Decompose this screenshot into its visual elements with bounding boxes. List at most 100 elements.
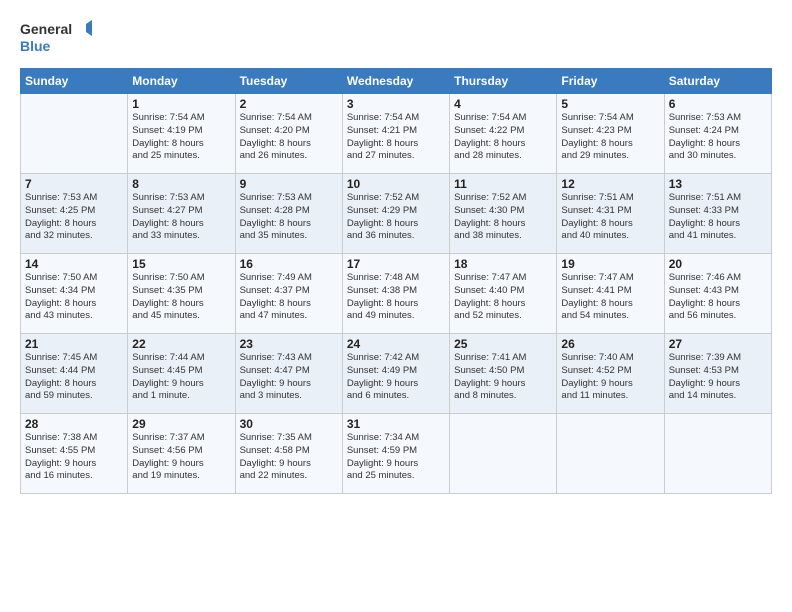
day-number: 20 (669, 257, 767, 271)
day-info: Sunrise: 7:40 AMSunset: 4:52 PMDaylight:… (561, 352, 659, 403)
day-number: 6 (669, 97, 767, 111)
day-info: Sunrise: 7:47 AMSunset: 4:41 PMDaylight:… (561, 272, 659, 323)
day-info: Sunrise: 7:53 AMSunset: 4:28 PMDaylight:… (240, 192, 338, 243)
day-info: Sunrise: 7:41 AMSunset: 4:50 PMDaylight:… (454, 352, 552, 403)
calendar-table: SundayMondayTuesdayWednesdayThursdayFrid… (20, 68, 772, 494)
calendar-cell: 2Sunrise: 7:54 AMSunset: 4:20 PMDaylight… (235, 94, 342, 174)
calendar-cell: 18Sunrise: 7:47 AMSunset: 4:40 PMDayligh… (450, 254, 557, 334)
calendar-cell (557, 414, 664, 494)
day-number: 30 (240, 417, 338, 431)
calendar-cell: 22Sunrise: 7:44 AMSunset: 4:45 PMDayligh… (128, 334, 235, 414)
day-info: Sunrise: 7:39 AMSunset: 4:53 PMDaylight:… (669, 352, 767, 403)
svg-text:General: General (20, 21, 72, 37)
day-info: Sunrise: 7:54 AMSunset: 4:23 PMDaylight:… (561, 112, 659, 163)
calendar-cell: 29Sunrise: 7:37 AMSunset: 4:56 PMDayligh… (128, 414, 235, 494)
day-number: 29 (132, 417, 230, 431)
calendar-week-row: 21Sunrise: 7:45 AMSunset: 4:44 PMDayligh… (21, 334, 772, 414)
calendar-cell: 6Sunrise: 7:53 AMSunset: 4:24 PMDaylight… (664, 94, 771, 174)
calendar-cell: 11Sunrise: 7:52 AMSunset: 4:30 PMDayligh… (450, 174, 557, 254)
calendar-cell: 20Sunrise: 7:46 AMSunset: 4:43 PMDayligh… (664, 254, 771, 334)
calendar-cell: 7Sunrise: 7:53 AMSunset: 4:25 PMDaylight… (21, 174, 128, 254)
calendar-cell: 17Sunrise: 7:48 AMSunset: 4:38 PMDayligh… (342, 254, 449, 334)
day-number: 31 (347, 417, 445, 431)
calendar-cell: 23Sunrise: 7:43 AMSunset: 4:47 PMDayligh… (235, 334, 342, 414)
calendar-cell: 31Sunrise: 7:34 AMSunset: 4:59 PMDayligh… (342, 414, 449, 494)
day-number: 23 (240, 337, 338, 351)
day-number: 19 (561, 257, 659, 271)
calendar-cell: 1Sunrise: 7:54 AMSunset: 4:19 PMDaylight… (128, 94, 235, 174)
day-info: Sunrise: 7:52 AMSunset: 4:30 PMDaylight:… (454, 192, 552, 243)
day-info: Sunrise: 7:53 AMSunset: 4:25 PMDaylight:… (25, 192, 123, 243)
weekday-header-cell: Saturday (664, 69, 771, 94)
day-info: Sunrise: 7:51 AMSunset: 4:33 PMDaylight:… (669, 192, 767, 243)
day-info: Sunrise: 7:50 AMSunset: 4:35 PMDaylight:… (132, 272, 230, 323)
day-number: 16 (240, 257, 338, 271)
day-number: 1 (132, 97, 230, 111)
day-info: Sunrise: 7:45 AMSunset: 4:44 PMDaylight:… (25, 352, 123, 403)
calendar-cell: 9Sunrise: 7:53 AMSunset: 4:28 PMDaylight… (235, 174, 342, 254)
calendar-cell: 21Sunrise: 7:45 AMSunset: 4:44 PMDayligh… (21, 334, 128, 414)
day-info: Sunrise: 7:44 AMSunset: 4:45 PMDaylight:… (132, 352, 230, 403)
day-info: Sunrise: 7:51 AMSunset: 4:31 PMDaylight:… (561, 192, 659, 243)
day-info: Sunrise: 7:46 AMSunset: 4:43 PMDaylight:… (669, 272, 767, 323)
day-info: Sunrise: 7:49 AMSunset: 4:37 PMDaylight:… (240, 272, 338, 323)
day-number: 2 (240, 97, 338, 111)
calendar-cell: 30Sunrise: 7:35 AMSunset: 4:58 PMDayligh… (235, 414, 342, 494)
calendar-cell: 24Sunrise: 7:42 AMSunset: 4:49 PMDayligh… (342, 334, 449, 414)
day-info: Sunrise: 7:37 AMSunset: 4:56 PMDaylight:… (132, 432, 230, 483)
calendar-cell (450, 414, 557, 494)
calendar-cell (664, 414, 771, 494)
weekday-header-row: SundayMondayTuesdayWednesdayThursdayFrid… (21, 69, 772, 94)
calendar-week-row: 1Sunrise: 7:54 AMSunset: 4:19 PMDaylight… (21, 94, 772, 174)
logo: General Blue (20, 18, 92, 58)
calendar-cell: 15Sunrise: 7:50 AMSunset: 4:35 PMDayligh… (128, 254, 235, 334)
day-info: Sunrise: 7:38 AMSunset: 4:55 PMDaylight:… (25, 432, 123, 483)
calendar-cell: 26Sunrise: 7:40 AMSunset: 4:52 PMDayligh… (557, 334, 664, 414)
calendar-cell: 25Sunrise: 7:41 AMSunset: 4:50 PMDayligh… (450, 334, 557, 414)
day-number: 22 (132, 337, 230, 351)
calendar-cell: 8Sunrise: 7:53 AMSunset: 4:27 PMDaylight… (128, 174, 235, 254)
calendar-cell (21, 94, 128, 174)
day-number: 8 (132, 177, 230, 191)
day-number: 12 (561, 177, 659, 191)
day-number: 10 (347, 177, 445, 191)
day-number: 5 (561, 97, 659, 111)
calendar-week-row: 28Sunrise: 7:38 AMSunset: 4:55 PMDayligh… (21, 414, 772, 494)
day-number: 25 (454, 337, 552, 351)
weekday-header-cell: Friday (557, 69, 664, 94)
weekday-header-cell: Thursday (450, 69, 557, 94)
day-info: Sunrise: 7:53 AMSunset: 4:24 PMDaylight:… (669, 112, 767, 163)
day-info: Sunrise: 7:50 AMSunset: 4:34 PMDaylight:… (25, 272, 123, 323)
day-number: 9 (240, 177, 338, 191)
calendar-cell: 4Sunrise: 7:54 AMSunset: 4:22 PMDaylight… (450, 94, 557, 174)
header: General Blue (20, 18, 772, 58)
calendar-cell: 27Sunrise: 7:39 AMSunset: 4:53 PMDayligh… (664, 334, 771, 414)
day-info: Sunrise: 7:35 AMSunset: 4:58 PMDaylight:… (240, 432, 338, 483)
calendar-cell: 14Sunrise: 7:50 AMSunset: 4:34 PMDayligh… (21, 254, 128, 334)
calendar-cell: 5Sunrise: 7:54 AMSunset: 4:23 PMDaylight… (557, 94, 664, 174)
day-number: 26 (561, 337, 659, 351)
calendar-cell: 3Sunrise: 7:54 AMSunset: 4:21 PMDaylight… (342, 94, 449, 174)
day-number: 21 (25, 337, 123, 351)
day-number: 15 (132, 257, 230, 271)
day-info: Sunrise: 7:48 AMSunset: 4:38 PMDaylight:… (347, 272, 445, 323)
weekday-header-cell: Wednesday (342, 69, 449, 94)
day-number: 7 (25, 177, 123, 191)
day-info: Sunrise: 7:42 AMSunset: 4:49 PMDaylight:… (347, 352, 445, 403)
calendar-week-row: 14Sunrise: 7:50 AMSunset: 4:34 PMDayligh… (21, 254, 772, 334)
weekday-header-cell: Monday (128, 69, 235, 94)
day-number: 11 (454, 177, 552, 191)
calendar-week-row: 7Sunrise: 7:53 AMSunset: 4:25 PMDaylight… (21, 174, 772, 254)
day-info: Sunrise: 7:53 AMSunset: 4:27 PMDaylight:… (132, 192, 230, 243)
calendar-cell: 12Sunrise: 7:51 AMSunset: 4:31 PMDayligh… (557, 174, 664, 254)
calendar-cell: 28Sunrise: 7:38 AMSunset: 4:55 PMDayligh… (21, 414, 128, 494)
day-info: Sunrise: 7:43 AMSunset: 4:47 PMDaylight:… (240, 352, 338, 403)
svg-text:Blue: Blue (20, 38, 51, 54)
calendar-cell: 10Sunrise: 7:52 AMSunset: 4:29 PMDayligh… (342, 174, 449, 254)
day-info: Sunrise: 7:54 AMSunset: 4:21 PMDaylight:… (347, 112, 445, 163)
weekday-header-cell: Sunday (21, 69, 128, 94)
calendar-cell: 13Sunrise: 7:51 AMSunset: 4:33 PMDayligh… (664, 174, 771, 254)
calendar-cell: 19Sunrise: 7:47 AMSunset: 4:41 PMDayligh… (557, 254, 664, 334)
day-number: 24 (347, 337, 445, 351)
day-number: 27 (669, 337, 767, 351)
